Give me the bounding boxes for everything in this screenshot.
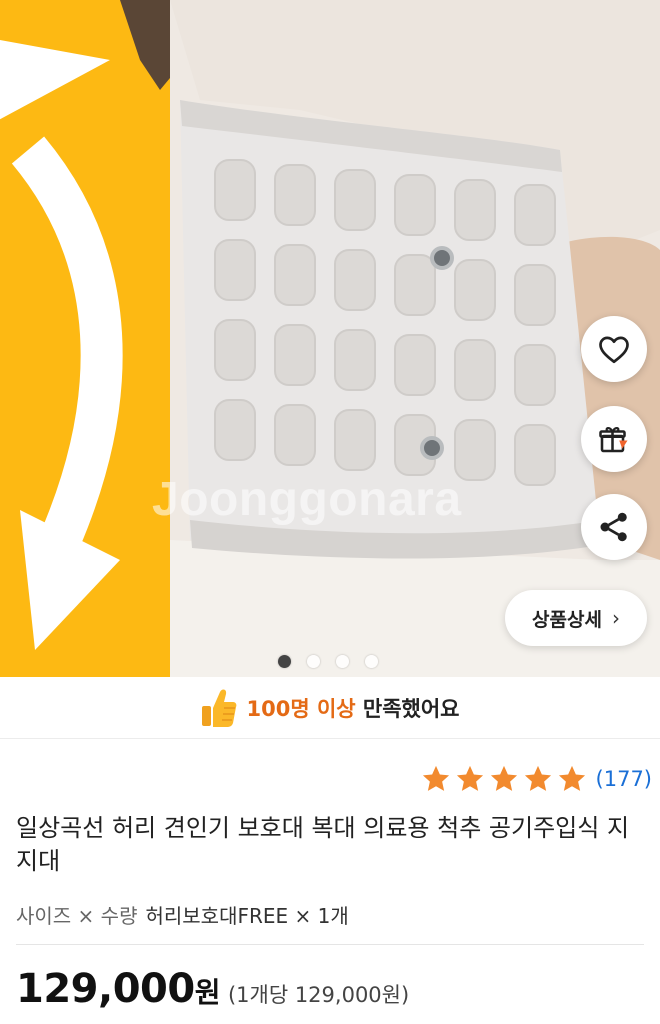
- satisfaction-highlight: 100명 이상: [246, 696, 356, 721]
- pagination-dot[interactable]: [336, 655, 349, 668]
- star-icon: [456, 765, 483, 791]
- thumbs-up-icon: [202, 689, 237, 727]
- pagination-dot[interactable]: [278, 655, 291, 668]
- gallery-pagination: [278, 655, 378, 668]
- options-value: 허리보호대FREE × 1개: [145, 904, 349, 928]
- divider: [16, 944, 644, 945]
- price-row: 129,000원 (1개당 129,000원): [16, 966, 409, 1012]
- like-button[interactable]: [581, 316, 647, 382]
- satisfaction-text: 100명 이상 만족했어요: [246, 693, 459, 723]
- gift-button[interactable]: [581, 406, 647, 472]
- share-icon: [600, 512, 627, 542]
- review-count-link[interactable]: (177): [596, 767, 652, 791]
- gift-icon: [599, 427, 628, 453]
- star-icon: [558, 765, 585, 791]
- chevron-right-icon: ›: [611, 606, 620, 630]
- star-icon: [490, 765, 517, 791]
- price-unit: 원: [194, 976, 221, 1009]
- unit-price: (1개당 129,000원): [227, 983, 410, 1007]
- selected-options: 사이즈 × 수량 허리보호대FREE × 1개: [16, 900, 349, 929]
- product-photo: [0, 0, 660, 677]
- rating-row[interactable]: (177): [420, 763, 652, 795]
- product-detail-button[interactable]: 상품상세 ›: [505, 590, 647, 646]
- options-label: 사이즈 × 수량: [16, 904, 138, 928]
- heart-icon: [599, 336, 629, 364]
- product-title: 일상곡선 허리 견인기 보호대 복대 의료용 척추 공기주입식 지지대: [16, 814, 630, 875]
- share-button[interactable]: [581, 494, 647, 560]
- star-icon: [422, 765, 449, 791]
- product-detail-label: 상품상세: [532, 608, 602, 631]
- watermark-text: Joonggonara: [152, 473, 462, 526]
- pagination-dot[interactable]: [365, 655, 378, 668]
- star-icon: [524, 765, 551, 791]
- satisfaction-rest: 만족했어요: [355, 696, 460, 721]
- satisfaction-banner: 100명 이상 만족했어요: [0, 677, 660, 739]
- price: 129,000원: [16, 966, 220, 1012]
- product-image-gallery[interactable]: Joonggonara 상품상세 ›: [0, 0, 660, 677]
- pagination-dot[interactable]: [307, 655, 320, 668]
- price-amount: 129,000: [16, 966, 195, 1012]
